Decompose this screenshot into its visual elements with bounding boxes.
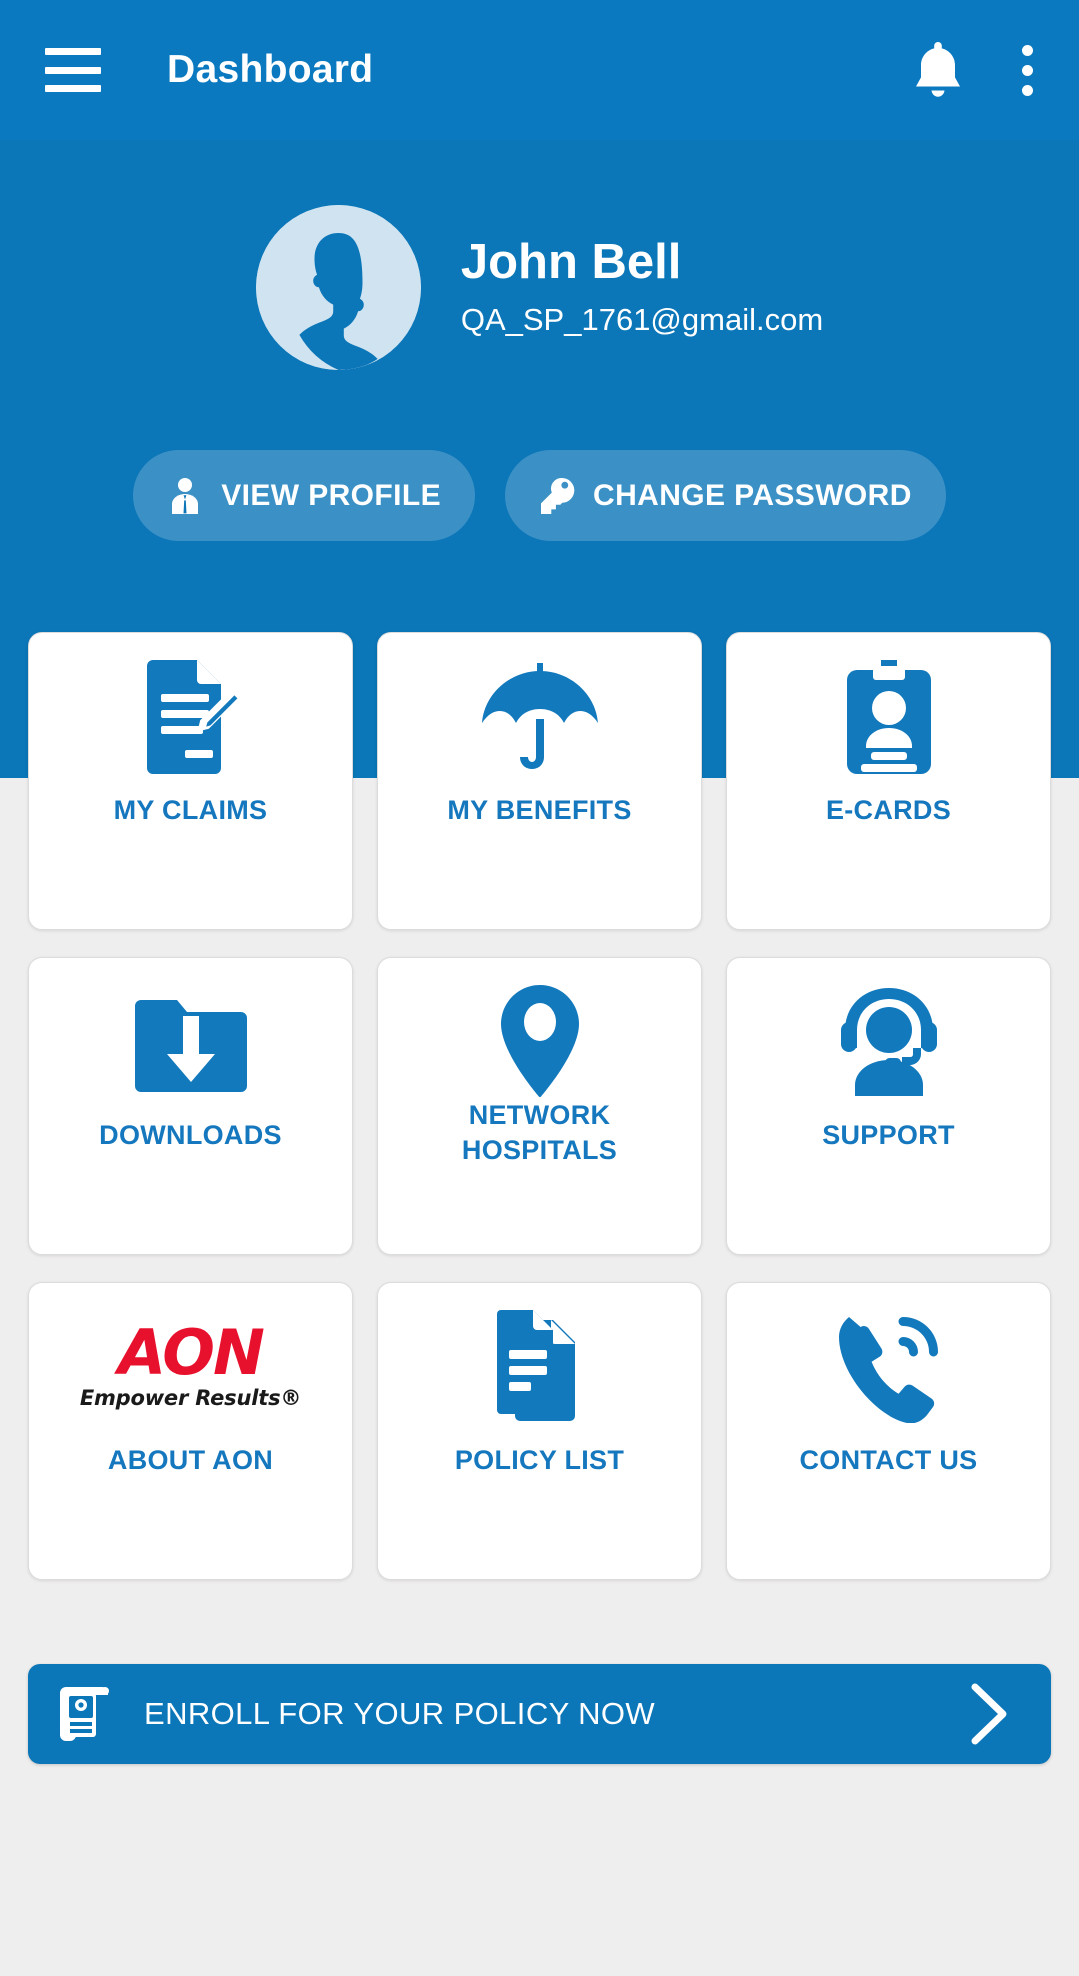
- aon-logo-wrap: AON Empower Results®: [79, 1316, 302, 1410]
- tile-label: ABOUT AON: [107, 1445, 274, 1475]
- document-edit-icon: [29, 633, 352, 801]
- user-badge-icon: [167, 476, 203, 516]
- kebab-dot: [1021, 64, 1033, 76]
- key-icon: [539, 476, 575, 516]
- bell-icon[interactable]: [911, 39, 965, 101]
- view-profile-button[interactable]: VIEW PROFILE: [133, 450, 475, 541]
- chevron-right-icon[interactable]: [963, 1681, 1015, 1747]
- tile-label: DOWNLOADS: [99, 1120, 282, 1150]
- hamburger-menu-icon[interactable]: [45, 48, 101, 92]
- tile-label: MY BENEFITS: [447, 795, 632, 825]
- dashboard-tile-grid: MY CLAIMS MY BENEFITS E-CARDS DOWNLOADS …: [28, 632, 1051, 1580]
- phone-ringing-icon: [727, 1283, 1050, 1451]
- tile-label: NETWORK HOSPITALS: [461, 1100, 618, 1165]
- more-vertical-icon[interactable]: [1007, 39, 1047, 101]
- kebab-dot: [1021, 44, 1033, 56]
- tile-network-hospitals[interactable]: NETWORK HOSPITALS: [377, 957, 702, 1255]
- view-profile-label: VIEW PROFILE: [221, 478, 441, 512]
- profile-summary: John Bell QA_SP_1761@gmail.com: [0, 205, 1079, 370]
- tile-policy-list[interactable]: POLICY LIST: [377, 1282, 702, 1580]
- profile-email: QA_SP_1761@gmail.com: [460, 301, 824, 337]
- profile-name: John Bell: [460, 235, 682, 290]
- aon-tagline: Empower Results®: [79, 1385, 302, 1410]
- tile-my-claims[interactable]: MY CLAIMS: [28, 632, 353, 930]
- enroll-banner-label: ENROLL FOR YOUR POLICY NOW: [144, 1696, 656, 1731]
- document-stack-icon: [378, 1283, 701, 1451]
- profile-text: John Bell QA_SP_1761@gmail.com: [460, 235, 824, 337]
- tile-support[interactable]: SUPPORT: [726, 957, 1051, 1255]
- tile-label: SUPPORT: [822, 1120, 955, 1150]
- tile-label: MY CLAIMS: [113, 795, 268, 825]
- tile-label: CONTACT US: [799, 1445, 978, 1475]
- change-password-button[interactable]: CHANGE PASSWORD: [505, 450, 946, 541]
- enroll-policy-banner[interactable]: ENROLL FOR YOUR POLICY NOW: [28, 1664, 1051, 1764]
- tile-my-benefits[interactable]: MY BENEFITS: [377, 632, 702, 930]
- tile-label: E-CARDS: [825, 795, 952, 825]
- policy-scroll-icon: [60, 1683, 116, 1745]
- tile-contact-us[interactable]: CONTACT US: [726, 1282, 1051, 1580]
- change-password-label: CHANGE PASSWORD: [593, 478, 912, 512]
- kebab-dot: [1021, 84, 1033, 96]
- app-bar: Dashboard: [0, 0, 1079, 140]
- hamburger-line: [45, 85, 101, 92]
- page-title: Dashboard: [167, 48, 374, 91]
- aon-logo: AON Empower Results®: [29, 1283, 352, 1451]
- download-folder-icon: [29, 958, 352, 1126]
- tile-e-cards[interactable]: E-CARDS: [726, 632, 1051, 930]
- profile-actions: VIEW PROFILE CHANGE PASSWORD: [0, 450, 1079, 541]
- aon-wordmark: AON: [118, 1316, 265, 1390]
- umbrella-icon: [378, 633, 701, 801]
- tile-label: POLICY LIST: [454, 1445, 625, 1475]
- hamburger-line: [45, 66, 101, 74]
- id-card-icon: [727, 633, 1050, 801]
- tile-about-aon[interactable]: AON Empower Results® ABOUT AON: [28, 1282, 353, 1580]
- headset-agent-icon: [727, 958, 1050, 1126]
- hamburger-line: [45, 48, 101, 55]
- avatar: [255, 205, 421, 370]
- tile-downloads[interactable]: DOWNLOADS: [28, 957, 353, 1255]
